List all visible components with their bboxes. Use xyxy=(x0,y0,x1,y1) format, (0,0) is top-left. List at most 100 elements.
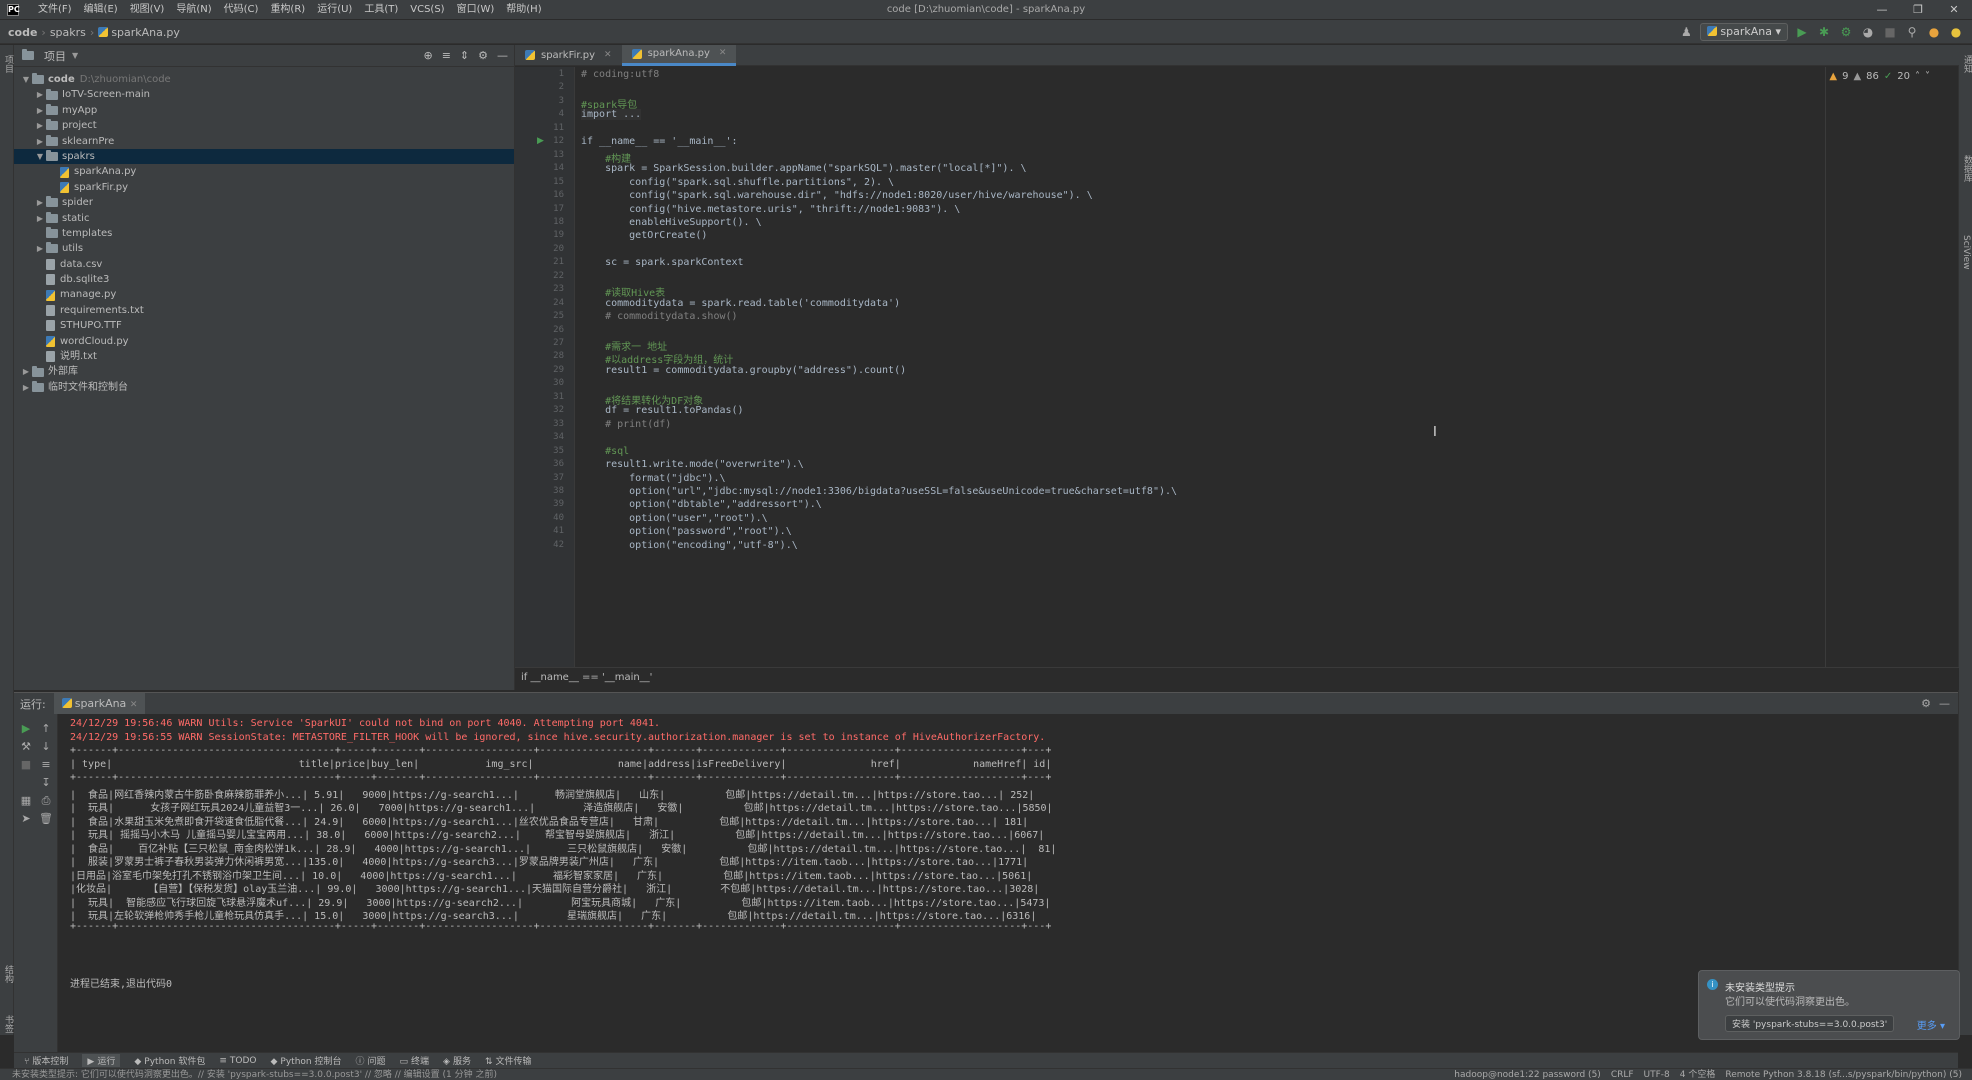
tree-item[interactable]: ▶ 临时文件和控制台 xyxy=(14,380,514,395)
tree-item[interactable]: ▶ sklearnPre xyxy=(14,134,514,149)
status-item[interactable]: hadoop@node1:22 password (5) xyxy=(1454,1069,1601,1080)
update-icon[interactable]: ● xyxy=(1926,25,1942,39)
chevron-right-icon[interactable]: ▶ xyxy=(34,118,46,133)
minimize-icon[interactable]: — xyxy=(1864,0,1900,20)
editor-tab[interactable]: sparkAna.py ✕ xyxy=(621,43,737,66)
tree-item[interactable]: data.csv xyxy=(14,257,514,272)
notifications-stripe-tab[interactable]: 通知 xyxy=(1961,55,1972,73)
editor-breadcrumb[interactable]: if __name__ == '__main__' xyxy=(515,667,1959,690)
tool-tab[interactable]: ▶ 运行 xyxy=(82,1054,121,1067)
tool-tab[interactable]: ⓘ 问题 xyxy=(355,1054,385,1067)
menu-item[interactable]: 运行(U) xyxy=(311,0,358,20)
breadcrumb-file[interactable]: sparkAna.py xyxy=(111,26,180,39)
print-icon[interactable]: ⎙ xyxy=(38,794,54,808)
stop-icon[interactable]: ■ xyxy=(1882,25,1898,39)
menu-item[interactable]: 帮助(H) xyxy=(500,0,547,20)
chevron-right-icon[interactable]: ▶ xyxy=(34,103,46,118)
tool-tab[interactable]: ≡ TODO xyxy=(219,1056,256,1066)
install-stubs-button[interactable]: 安装 'pyspark-stubs==3.0.0.post3' xyxy=(1725,1015,1895,1032)
user-icon[interactable]: ♟ xyxy=(1678,25,1694,39)
project-panel-title[interactable]: 项目 xyxy=(44,48,66,64)
debug-icon[interactable]: ✱ xyxy=(1816,25,1832,39)
tree-item[interactable]: sparkFir.py xyxy=(14,180,514,195)
status-item[interactable]: UTF-8 xyxy=(1644,1069,1670,1080)
wrench-icon[interactable]: ⚒ xyxy=(18,740,34,753)
status-message[interactable]: 未安装类型提示: 它们可以使代码洞察更出色。// 安装 'pyspark-stu… xyxy=(12,1069,497,1080)
tool-tab[interactable]: ◆ Python 控制台 xyxy=(271,1054,342,1067)
tool-tab[interactable]: ◆ Python 软件包 xyxy=(134,1054,205,1067)
down-arrow-icon[interactable]: ↓ xyxy=(38,740,54,753)
tree-item[interactable]: ▶ utils xyxy=(14,241,514,256)
up-arrow-icon[interactable]: ↑ xyxy=(38,722,54,735)
tree-item[interactable]: wordCloud.py xyxy=(14,334,514,349)
close-icon[interactable]: ✕ xyxy=(719,43,727,64)
chevron-right-icon[interactable]: ▶ xyxy=(34,195,46,210)
coverage-icon[interactable]: ⚙ xyxy=(1838,25,1854,39)
menu-item[interactable]: 窗口(W) xyxy=(451,0,501,20)
chevron-right-icon[interactable]: ▶ xyxy=(34,211,46,226)
code-area[interactable]: # coding:utf8 #spark导包 import ... if __name… xyxy=(575,67,1959,667)
editor-tab[interactable]: sparkFir.py ✕ xyxy=(515,45,622,66)
tree-item[interactable]: ▼ spakrs xyxy=(14,148,514,165)
menu-item[interactable]: 代码(C) xyxy=(218,0,265,20)
status-item[interactable]: 4 个空格 xyxy=(1680,1069,1716,1080)
tree-item[interactable]: templates xyxy=(14,226,514,241)
ide-logo-icon[interactable]: ● xyxy=(1948,25,1964,39)
menu-item[interactable]: 视图(V) xyxy=(124,0,171,20)
stop-icon[interactable]: ■ xyxy=(18,758,34,771)
run-gutter-icon[interactable]: ▶ xyxy=(537,136,544,146)
search-icon[interactable]: ⚲ xyxy=(1904,25,1920,39)
restore-icon[interactable]: ❐ xyxy=(1900,0,1936,20)
chevron-right-icon[interactable]: ▶ xyxy=(34,134,46,149)
layout-icon[interactable]: ▦ xyxy=(18,794,34,807)
chevron-right-icon[interactable]: ▶ xyxy=(34,87,46,102)
menu-item[interactable]: 文件(F) xyxy=(32,0,78,20)
pin-icon[interactable]: ➤ xyxy=(18,812,34,825)
hide-icon[interactable]: — xyxy=(1939,697,1958,710)
hide-icon[interactable]: — xyxy=(497,49,508,62)
close-icon[interactable]: ✕ xyxy=(1936,0,1972,20)
run-tab[interactable]: sparkAna ✕ xyxy=(53,693,146,714)
tree-item[interactable]: ▶ 外部库 xyxy=(14,364,514,379)
menu-item[interactable]: 编辑(E) xyxy=(78,0,124,20)
breadcrumb-project[interactable]: code xyxy=(8,26,37,39)
locate-icon[interactable]: ⊕ xyxy=(423,49,432,62)
chevron-up-icon[interactable]: ˄ xyxy=(1915,71,1920,82)
chevron-down-icon[interactable]: ▼ xyxy=(34,149,46,164)
expand-all-icon[interactable]: ⇕ xyxy=(460,49,469,62)
tree-item[interactable]: ▼ code D:\zhuomian\code xyxy=(14,72,514,87)
chevron-right-icon[interactable]: ▶ xyxy=(20,380,32,395)
close-icon[interactable]: ✕ xyxy=(604,45,612,66)
tree-item[interactable]: 说明.txt xyxy=(14,349,514,364)
rerun-icon[interactable]: ▶ xyxy=(18,722,34,735)
tree-item[interactable]: ▶ static xyxy=(14,211,514,226)
menu-item[interactable]: VCS(S) xyxy=(404,0,450,20)
soft-wrap-icon[interactable]: ≡ xyxy=(38,758,54,771)
menu-item[interactable]: 导航(N) xyxy=(170,0,217,20)
tree-item[interactable]: STHUPO.TTF xyxy=(14,318,514,333)
menu-item[interactable]: 重构(R) xyxy=(264,0,311,20)
tree-item[interactable]: sparkAna.py xyxy=(14,164,514,179)
close-icon[interactable]: ✕ xyxy=(130,700,138,710)
scroll-to-end-icon[interactable]: ↧ xyxy=(38,776,54,789)
chevron-down-icon[interactable]: ▼ xyxy=(20,72,32,87)
tree-item[interactable]: ▶ myApp xyxy=(14,103,514,118)
tool-tab[interactable]: ⇅ 文件传输 xyxy=(485,1054,532,1067)
tree-item[interactable]: manage.py xyxy=(14,287,514,302)
gear-icon[interactable]: ⚙ xyxy=(478,49,488,62)
sciview-stripe-tab[interactable]: SciView xyxy=(1961,235,1971,270)
tool-tab[interactable]: ⑂ 版本控制 xyxy=(24,1054,68,1067)
collapse-all-icon[interactable]: ≡ xyxy=(442,49,451,62)
inspection-widget[interactable]: ▲ 9 ▲ 86 ✓ 20 ˄ ˅ xyxy=(1829,71,1930,82)
chevron-down-icon[interactable]: ˅ xyxy=(1925,71,1930,82)
gear-icon[interactable]: ⚙ xyxy=(1921,697,1931,710)
tree-item[interactable]: db.sqlite3 xyxy=(14,272,514,287)
status-item[interactable]: CRLF xyxy=(1611,1069,1634,1080)
profile-icon[interactable]: ◕ xyxy=(1860,25,1876,39)
chevron-down-icon[interactable]: ▼ xyxy=(72,51,78,60)
chevron-right-icon[interactable]: ▶ xyxy=(34,241,46,256)
chevron-right-icon[interactable]: ▶ xyxy=(20,364,32,379)
console-output[interactable]: 24/12/29 19:56:46 WARN Utils: Service 'S… xyxy=(64,714,1954,1053)
tree-item[interactable]: ▶ project xyxy=(14,118,514,133)
run-config-select[interactable]: sparkAna ▾ xyxy=(1700,23,1788,41)
